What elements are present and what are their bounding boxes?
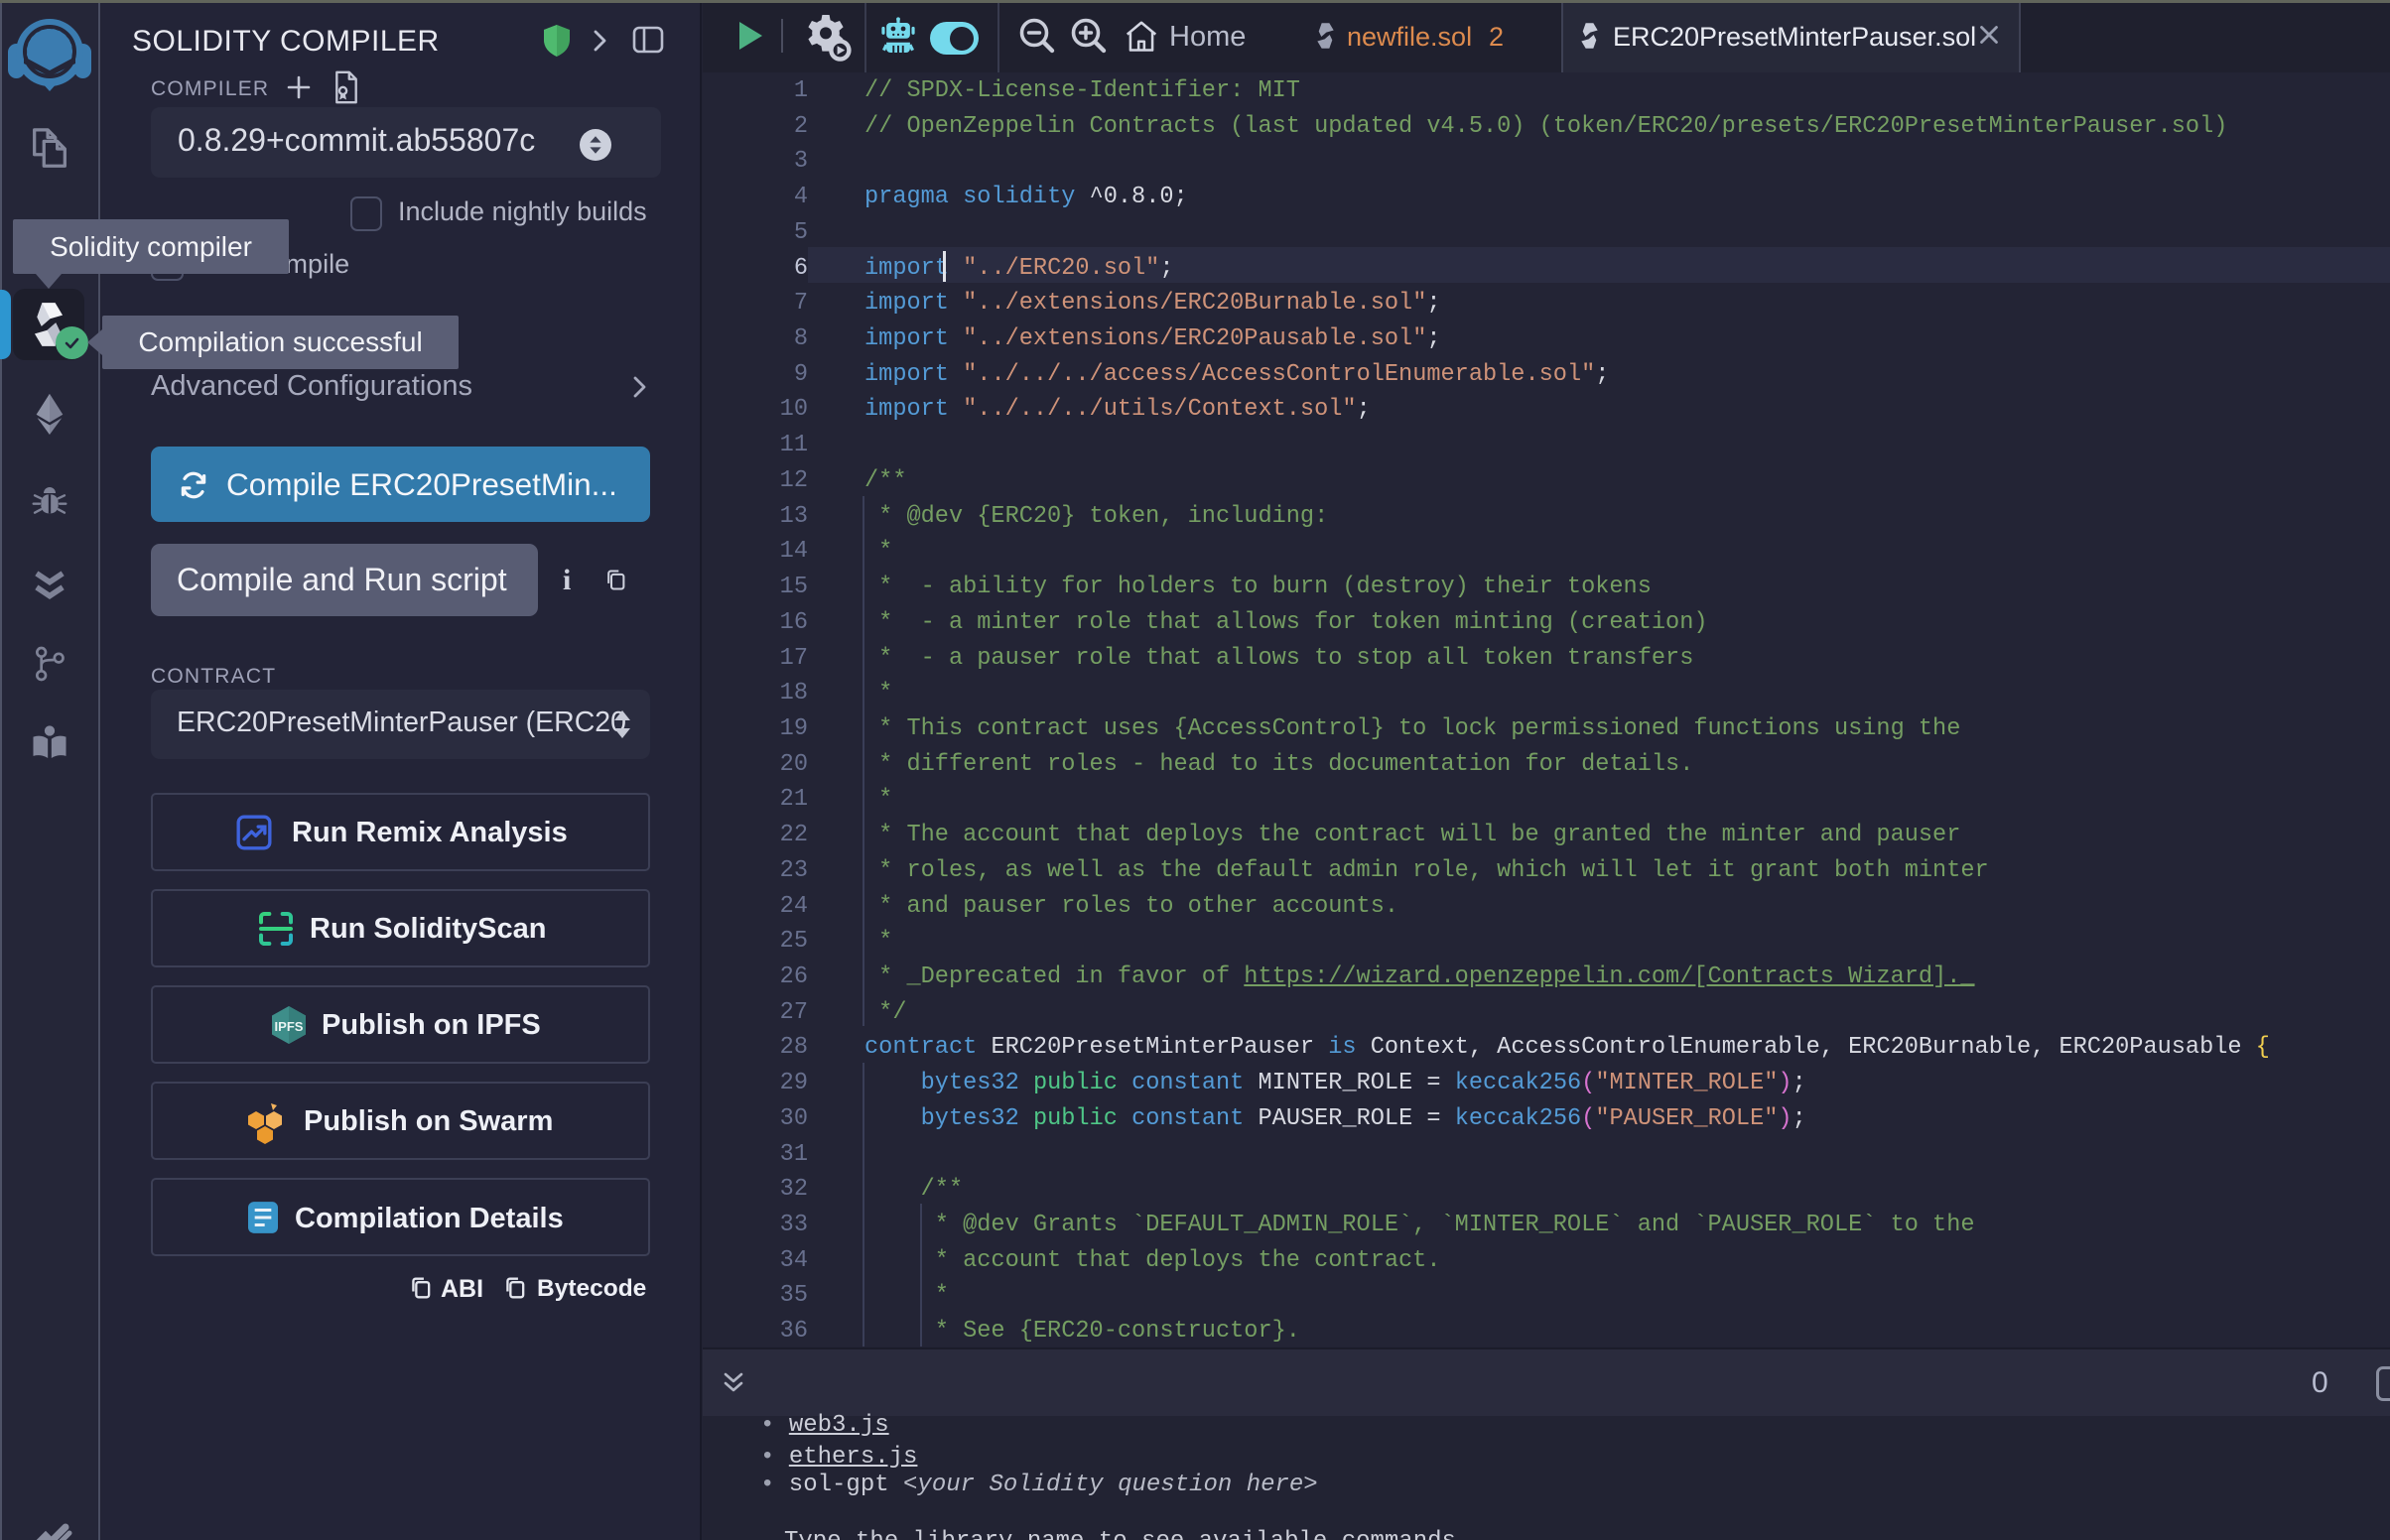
svg-text:IPFS: IPFS [275, 1019, 304, 1034]
